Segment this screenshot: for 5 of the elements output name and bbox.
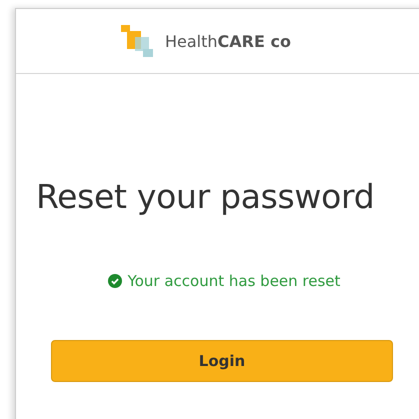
check-circle-icon: [108, 274, 122, 288]
login-button[interactable]: Login: [51, 340, 393, 382]
logo-text: HealthCARE co: [165, 32, 291, 50]
page-title: Reset your password: [36, 177, 376, 216]
status-message: Your account has been reset: [128, 272, 340, 290]
